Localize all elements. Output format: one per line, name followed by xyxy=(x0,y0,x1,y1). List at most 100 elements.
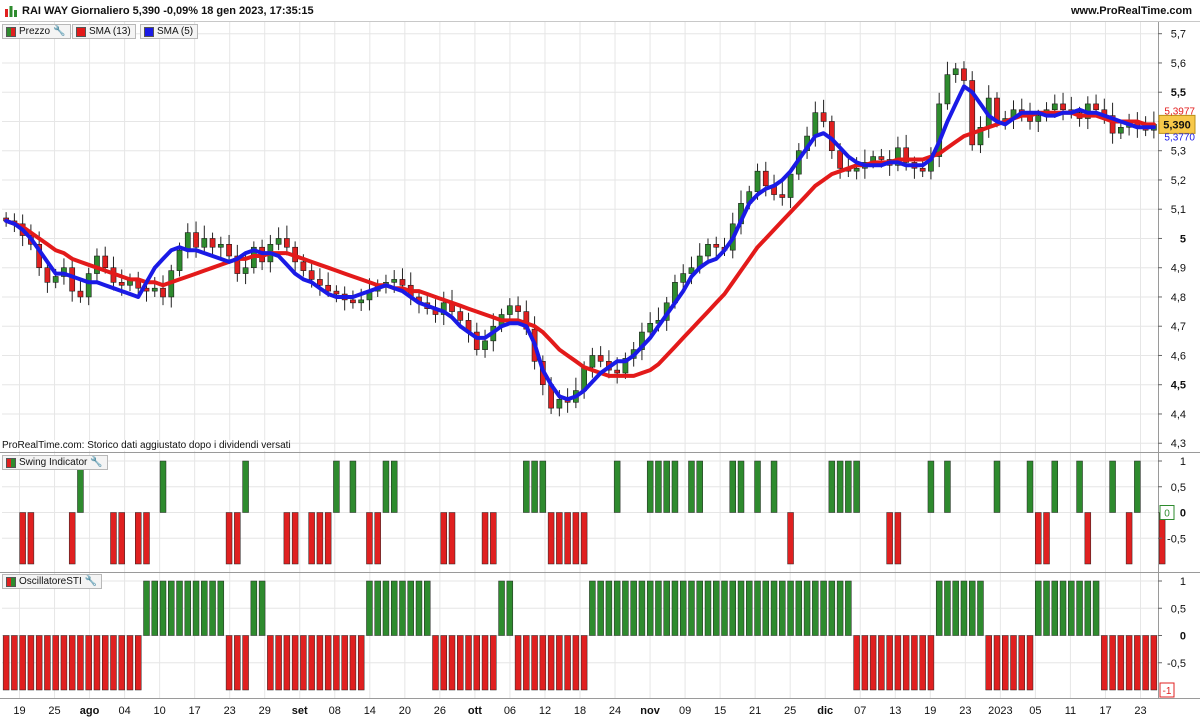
x-tick-label: 10 xyxy=(154,705,166,717)
sti-bar-negative xyxy=(300,635,307,691)
sma5-swatch xyxy=(144,26,154,37)
swing-bar-negative xyxy=(1084,512,1092,565)
y-tick-label: 5 xyxy=(1180,233,1186,245)
sti-bar-positive xyxy=(1051,580,1059,636)
sti-bar-negative xyxy=(985,635,992,691)
sti-legend-label: OscillatoreSTI xyxy=(19,576,82,587)
swing-bar-positive xyxy=(613,460,621,513)
sti-bar-negative xyxy=(481,635,489,691)
sti-bar-negative xyxy=(514,635,522,691)
candle-up xyxy=(506,305,513,315)
price-swatch xyxy=(6,26,16,37)
x-tick-label: set xyxy=(292,705,308,717)
sti-bar-positive xyxy=(812,580,819,636)
x-tick-label: 13 xyxy=(889,705,901,717)
candle-up xyxy=(853,167,860,172)
candle-up xyxy=(358,299,365,304)
y-tick-label: 5,2 xyxy=(1171,175,1186,187)
sti-bar-negative xyxy=(531,635,538,691)
y-tick-label: 5,1 xyxy=(1171,204,1186,216)
swing-bar-positive xyxy=(159,460,167,513)
swing-bar-negative xyxy=(1035,512,1042,565)
candle-down xyxy=(457,311,464,321)
x-tick-label: 08 xyxy=(329,705,341,717)
grid-lines xyxy=(2,22,1158,698)
sti-bar-negative xyxy=(993,635,1001,691)
sti-bar-negative xyxy=(118,635,125,691)
sti-bar-negative xyxy=(27,635,35,691)
swing-bar-positive xyxy=(1051,460,1059,513)
candle-up xyxy=(754,170,761,192)
candle-down xyxy=(118,282,125,286)
sti-bar-negative xyxy=(1150,635,1158,691)
x-tick-label: 05 xyxy=(1029,705,1041,717)
wrench-icon[interactable]: 🔧 xyxy=(53,24,65,39)
sti-bar-negative xyxy=(490,635,497,691)
sti-bar-negative xyxy=(1117,635,1125,691)
sti-bar-negative xyxy=(357,635,365,691)
sti-bar-positive xyxy=(1043,580,1050,636)
candle-down xyxy=(614,369,621,374)
wrench-icon[interactable]: 🔧 xyxy=(85,574,97,589)
swing-bar-positive xyxy=(655,460,662,513)
swing-bar-negative xyxy=(110,512,117,565)
sti-bar-negative xyxy=(1101,635,1108,691)
sti-bar-negative xyxy=(473,635,481,691)
price-legend[interactable]: Prezzo 🔧 xyxy=(2,24,71,39)
candle-up xyxy=(201,238,208,248)
y-tick-label: 5,5 xyxy=(1171,87,1186,99)
candle-down xyxy=(325,284,332,292)
swing-bar-positive xyxy=(382,460,390,513)
sti-bar-positive xyxy=(713,580,720,636)
sti-bar-positive xyxy=(638,580,646,636)
swing-bar-positive xyxy=(531,460,538,513)
swing-swatch xyxy=(6,457,16,468)
sti-bar-negative xyxy=(1018,635,1025,691)
dividend-note: ProRealTime.com: Storico dati aggiustato… xyxy=(2,440,291,451)
swing-legend[interactable]: Swing Indicator 🔧 xyxy=(2,455,108,470)
sti-bar-positive xyxy=(192,580,200,636)
swing-last-value: 0 xyxy=(1164,509,1170,520)
swing-bar-positive xyxy=(737,460,745,513)
sti-bar-positive xyxy=(795,580,803,636)
wrench-icon[interactable]: 🔧 xyxy=(90,455,102,470)
x-tick-label: 07 xyxy=(854,705,866,717)
sti-bar-positive xyxy=(704,580,712,636)
chart-canvas[interactable]: 19 25 ago 04 10 17 23 29 set 08 14 20 26 ott 06 12 18 24 n… xyxy=(0,0,1200,720)
candle-down xyxy=(317,279,323,286)
candle-up xyxy=(482,340,488,350)
candle-down xyxy=(1093,103,1099,111)
swing-bar-negative xyxy=(118,512,125,565)
candle-down xyxy=(300,261,307,271)
last-price-label: 5,390 xyxy=(1163,119,1191,131)
candle-up xyxy=(812,112,819,137)
sma5-legend[interactable]: SMA (5) xyxy=(140,24,199,39)
candle-up xyxy=(952,68,959,75)
x-tick-label: 12 xyxy=(539,705,551,717)
sti-bar-positive xyxy=(828,580,836,636)
swing-bar-negative xyxy=(490,512,497,565)
y-tick-label: 4,3 xyxy=(1171,438,1186,450)
swing-bar-negative xyxy=(366,512,373,565)
swing-bar-negative xyxy=(481,512,489,565)
candle-up xyxy=(589,355,596,368)
sti-bar-positive xyxy=(176,580,183,636)
swing-bar-negative xyxy=(894,512,902,565)
sti-bar-positive xyxy=(820,580,827,636)
x-tick-label: 14 xyxy=(364,705,376,717)
candle-up xyxy=(1035,115,1042,122)
sti-bar-positive xyxy=(184,580,192,636)
sma13-legend-label: SMA (13) xyxy=(89,26,131,37)
sti-bar-negative xyxy=(869,635,877,691)
swing-bar-negative xyxy=(886,512,893,565)
sti-bar-negative xyxy=(448,635,456,691)
sma13-legend[interactable]: SMA (13) xyxy=(72,24,136,39)
sti-bar-positive xyxy=(803,580,811,636)
sti-bar-positive xyxy=(415,580,423,636)
y-tick-label: 4,7 xyxy=(1171,321,1186,333)
sti-bar-positive xyxy=(151,580,158,636)
swing-bar-negative xyxy=(68,512,76,565)
candle-down xyxy=(350,299,356,304)
sti-legend[interactable]: OscillatoreSTI 🔧 xyxy=(2,574,103,589)
x-tick-label: 19 xyxy=(13,705,25,717)
